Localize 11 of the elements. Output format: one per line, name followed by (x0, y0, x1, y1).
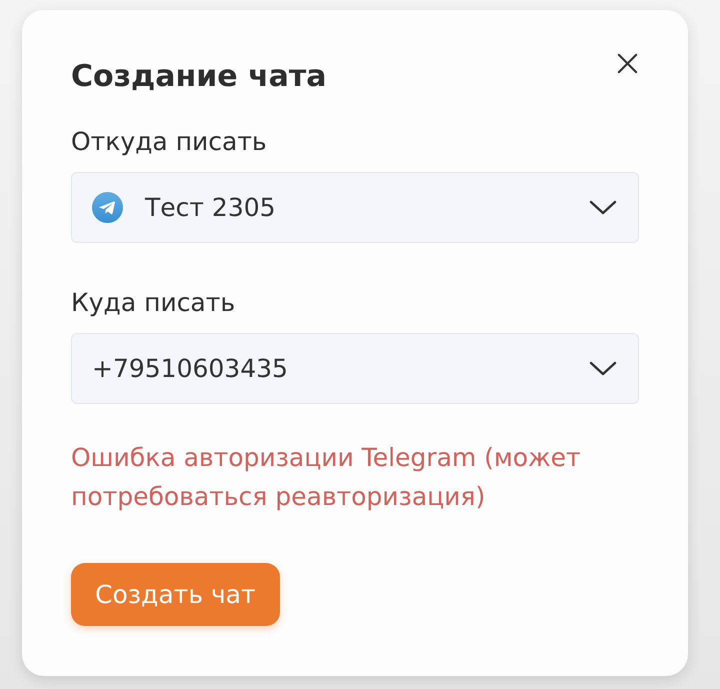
close-button[interactable] (615, 51, 639, 75)
dialog-title: Создание чата (71, 58, 327, 96)
select-field[interactable]: +79510603435 (71, 333, 639, 404)
telegram-icon (92, 192, 123, 223)
select-field[interactable]: Тест 2305 (71, 172, 639, 243)
field-label: Куда писать (71, 287, 236, 319)
chevron-down-icon (589, 360, 617, 376)
chevron-down-icon (589, 200, 617, 216)
field-label: Откуда писать (71, 126, 268, 158)
close-icon (616, 52, 638, 74)
error-message: Ошибка авторизации Telegram (может потребоваться реавторизация) (71, 442, 582, 513)
